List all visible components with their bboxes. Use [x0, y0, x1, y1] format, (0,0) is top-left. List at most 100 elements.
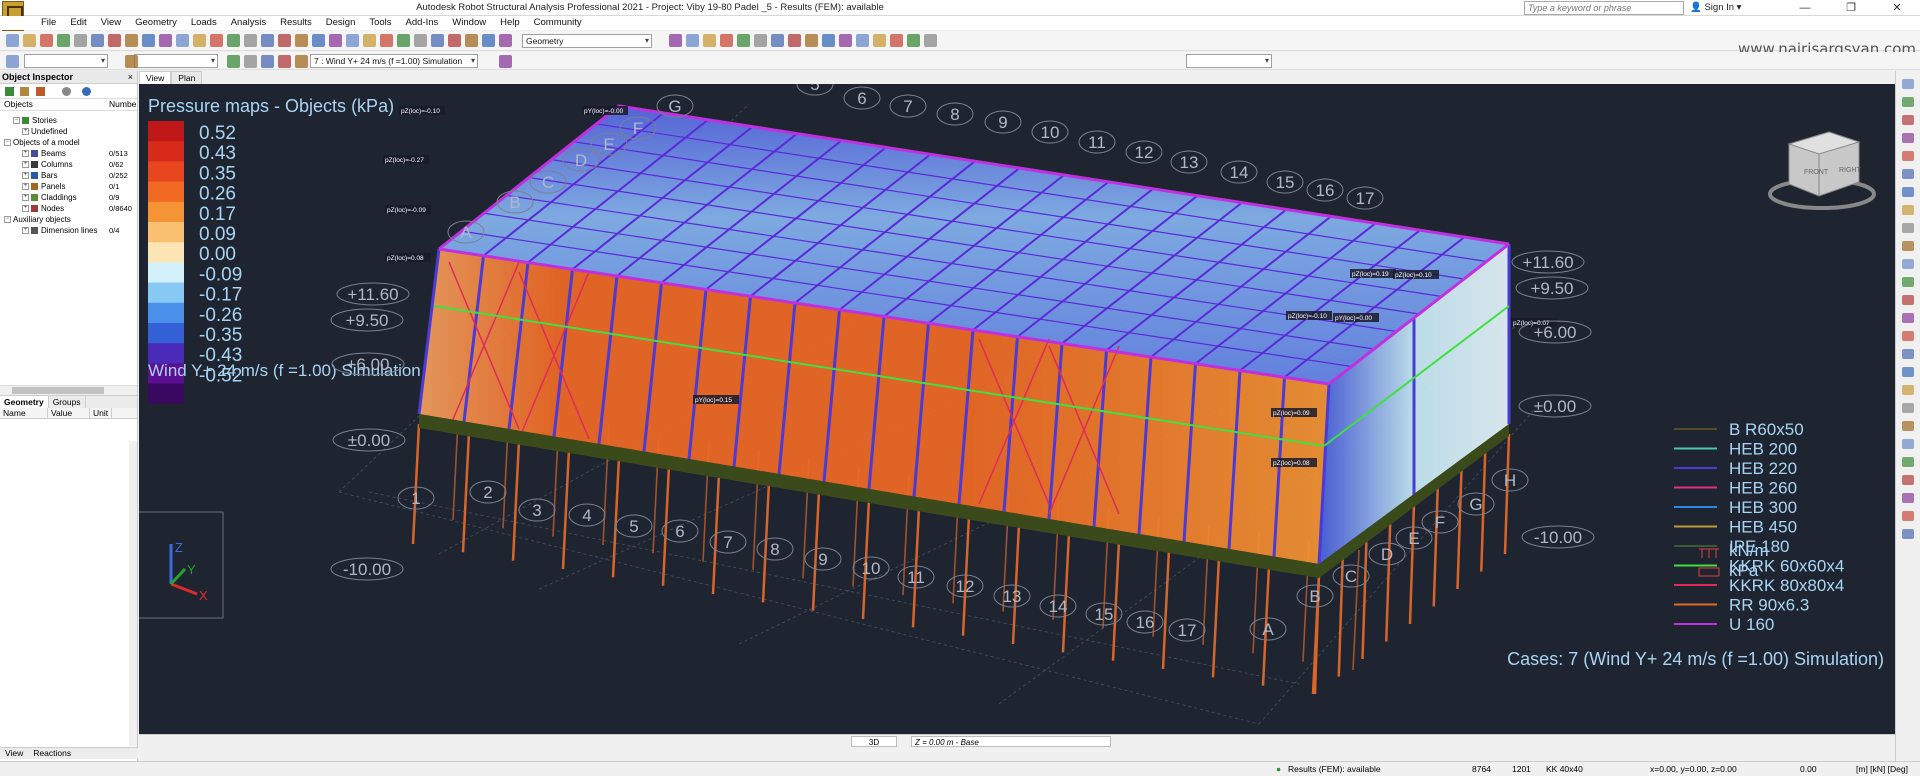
- toolbar-tool-icon[interactable]: [261, 55, 274, 68]
- toolbar-tool-icon[interactable]: [754, 34, 767, 47]
- toolbar-tool-icon[interactable]: [873, 34, 886, 47]
- expand-toggle[interactable]: +: [22, 150, 29, 158]
- side-tool-icon[interactable]: [1902, 259, 1914, 269]
- case-list-select[interactable]: [134, 54, 218, 68]
- toolbar-tool-icon[interactable]: [91, 34, 104, 47]
- toolbar-tool-icon[interactable]: [431, 34, 444, 47]
- tree-item[interactable]: + Nodes 0/8640: [0, 203, 137, 214]
- tree-item[interactable]: − Auxiliary objects: [0, 214, 137, 225]
- tree-view-icon[interactable]: [5, 87, 14, 96]
- expand-toggle[interactable]: +: [22, 194, 29, 202]
- toolbar-tool-icon[interactable]: [907, 34, 920, 47]
- toolbar-tool-icon[interactable]: [6, 55, 19, 68]
- tab-view-3d[interactable]: View: [139, 71, 172, 84]
- toolbar-tool-icon[interactable]: [6, 34, 19, 47]
- toolbar-tool-icon[interactable]: [329, 34, 342, 47]
- expand-toggle[interactable]: −: [4, 216, 11, 224]
- tree-item[interactable]: − Stories: [0, 115, 137, 126]
- model-view-canvas[interactable]: pZ(loc)=-0.10 pY(loc)=-0.00 pZ(loc)=-0.27 p…: [139, 84, 1895, 734]
- units-field[interactable]: [m] [kN] [Deg]: [1856, 764, 1908, 774]
- side-tool-icon[interactable]: [1902, 277, 1914, 287]
- toolbar-tool-icon[interactable]: [805, 34, 818, 47]
- menu-edit[interactable]: Edit: [63, 16, 93, 30]
- tree-item[interactable]: + Bars 0/252: [0, 170, 137, 181]
- toolbar-tool-icon[interactable]: [244, 55, 257, 68]
- side-tool-icon[interactable]: [1902, 367, 1914, 377]
- selection-select[interactable]: [24, 54, 108, 68]
- toolbar-tool-icon[interactable]: [448, 34, 461, 47]
- side-tool-icon[interactable]: [1902, 511, 1914, 521]
- tree-item[interactable]: + Claddings 0/9: [0, 192, 137, 203]
- story-select[interactable]: [1186, 54, 1272, 68]
- toolbar-tool-icon[interactable]: [193, 34, 206, 47]
- menu-help[interactable]: Help: [493, 16, 527, 30]
- toolbar-tool-icon[interactable]: [363, 34, 376, 47]
- sort-icon[interactable]: [36, 87, 45, 96]
- menu-results[interactable]: Results: [273, 16, 319, 30]
- tree-item[interactable]: + Beams 0/513: [0, 148, 137, 159]
- toolbar-tool-icon[interactable]: [295, 55, 308, 68]
- toolbar-tool-icon[interactable]: [890, 34, 903, 47]
- toolbar-tool-icon[interactable]: [74, 34, 87, 47]
- sign-in-button[interactable]: 👤 Sign In ▾: [1690, 2, 1741, 13]
- menu-add-ins[interactable]: Add-Ins: [399, 16, 446, 30]
- toolbar-tool-icon[interactable]: [380, 34, 393, 47]
- toolbar-tool-icon[interactable]: [737, 34, 750, 47]
- tree-item[interactable]: + Undefined: [0, 126, 137, 137]
- search-input[interactable]: Type a keyword or phrase: [1524, 1, 1684, 15]
- expand-toggle[interactable]: +: [22, 172, 29, 180]
- side-tool-icon[interactable]: [1902, 493, 1914, 503]
- side-tool-icon[interactable]: [1902, 475, 1914, 485]
- toolbar-tool-icon[interactable]: [686, 34, 699, 47]
- toolbar-tool-icon[interactable]: [227, 55, 240, 68]
- toolbar-tool-icon[interactable]: [125, 55, 138, 68]
- load-case-select[interactable]: 7 : Wind Y+ 24 m/s (f =1.00) Simulation: [310, 54, 478, 68]
- toolbar-tool-icon[interactable]: [703, 34, 716, 47]
- side-tool-icon[interactable]: [1902, 403, 1914, 413]
- side-tool-icon[interactable]: [1902, 187, 1914, 197]
- help-icon[interactable]: [82, 87, 91, 96]
- tab-plan[interactable]: Plan: [171, 71, 203, 84]
- expand-toggle[interactable]: +: [22, 227, 29, 235]
- toolbar-tool-icon[interactable]: [278, 55, 291, 68]
- side-tool-icon[interactable]: [1902, 421, 1914, 431]
- side-tool-icon[interactable]: [1902, 313, 1914, 323]
- tree-scrollbar[interactable]: [0, 385, 137, 395]
- side-tool-icon[interactable]: [1902, 115, 1914, 125]
- search-icon[interactable]: [62, 87, 71, 96]
- toolbar-tool-icon[interactable]: [788, 34, 801, 47]
- side-tool-icon[interactable]: [1902, 223, 1914, 233]
- close-button[interactable]: ✕: [1874, 0, 1920, 16]
- toolbar-tool-icon[interactable]: [244, 34, 257, 47]
- expand-toggle[interactable]: −: [4, 139, 11, 147]
- side-tool-icon[interactable]: [1902, 385, 1914, 395]
- filter-icon[interactable]: [20, 87, 29, 96]
- toolbar-tool-icon[interactable]: [482, 34, 495, 47]
- side-tool-icon[interactable]: [1902, 79, 1914, 89]
- menu-analysis[interactable]: Analysis: [224, 16, 273, 30]
- menu-view[interactable]: View: [94, 16, 128, 30]
- menu-geometry[interactable]: Geometry: [128, 16, 184, 30]
- maximize-button[interactable]: ❐: [1828, 0, 1874, 16]
- toolbar-tool-icon[interactable]: [822, 34, 835, 47]
- model-viewport[interactable]: pZ(loc)=-0.10 pY(loc)=-0.00 pZ(loc)=-0.27 p…: [139, 84, 1895, 734]
- menu-community[interactable]: Community: [527, 16, 589, 30]
- menu-window[interactable]: Window: [445, 16, 493, 30]
- toolbar-tool-icon[interactable]: [261, 34, 274, 47]
- minimize-button[interactable]: —: [1782, 0, 1828, 16]
- side-tool-icon[interactable]: [1902, 133, 1914, 143]
- toolbar-tool-icon[interactable]: [397, 34, 410, 47]
- side-tool-icon[interactable]: [1902, 349, 1914, 359]
- expand-toggle[interactable]: +: [22, 161, 29, 169]
- tree-item[interactable]: + Dimension lines 0/4: [0, 225, 137, 236]
- toolbar-tool-icon[interactable]: [176, 34, 189, 47]
- expand-toggle[interactable]: +: [22, 128, 29, 136]
- toolbar-tool-icon[interactable]: [312, 34, 325, 47]
- toolbar-tool-icon[interactable]: [57, 34, 70, 47]
- scrollbar-thumb[interactable]: [12, 387, 104, 394]
- side-tool-icon[interactable]: [1902, 457, 1914, 467]
- toolbar-tool-icon[interactable]: [499, 34, 512, 47]
- tab-geometry[interactable]: Geometry: [0, 396, 49, 408]
- expand-toggle[interactable]: −: [13, 117, 20, 125]
- tree-item[interactable]: + Columns 0/62: [0, 159, 137, 170]
